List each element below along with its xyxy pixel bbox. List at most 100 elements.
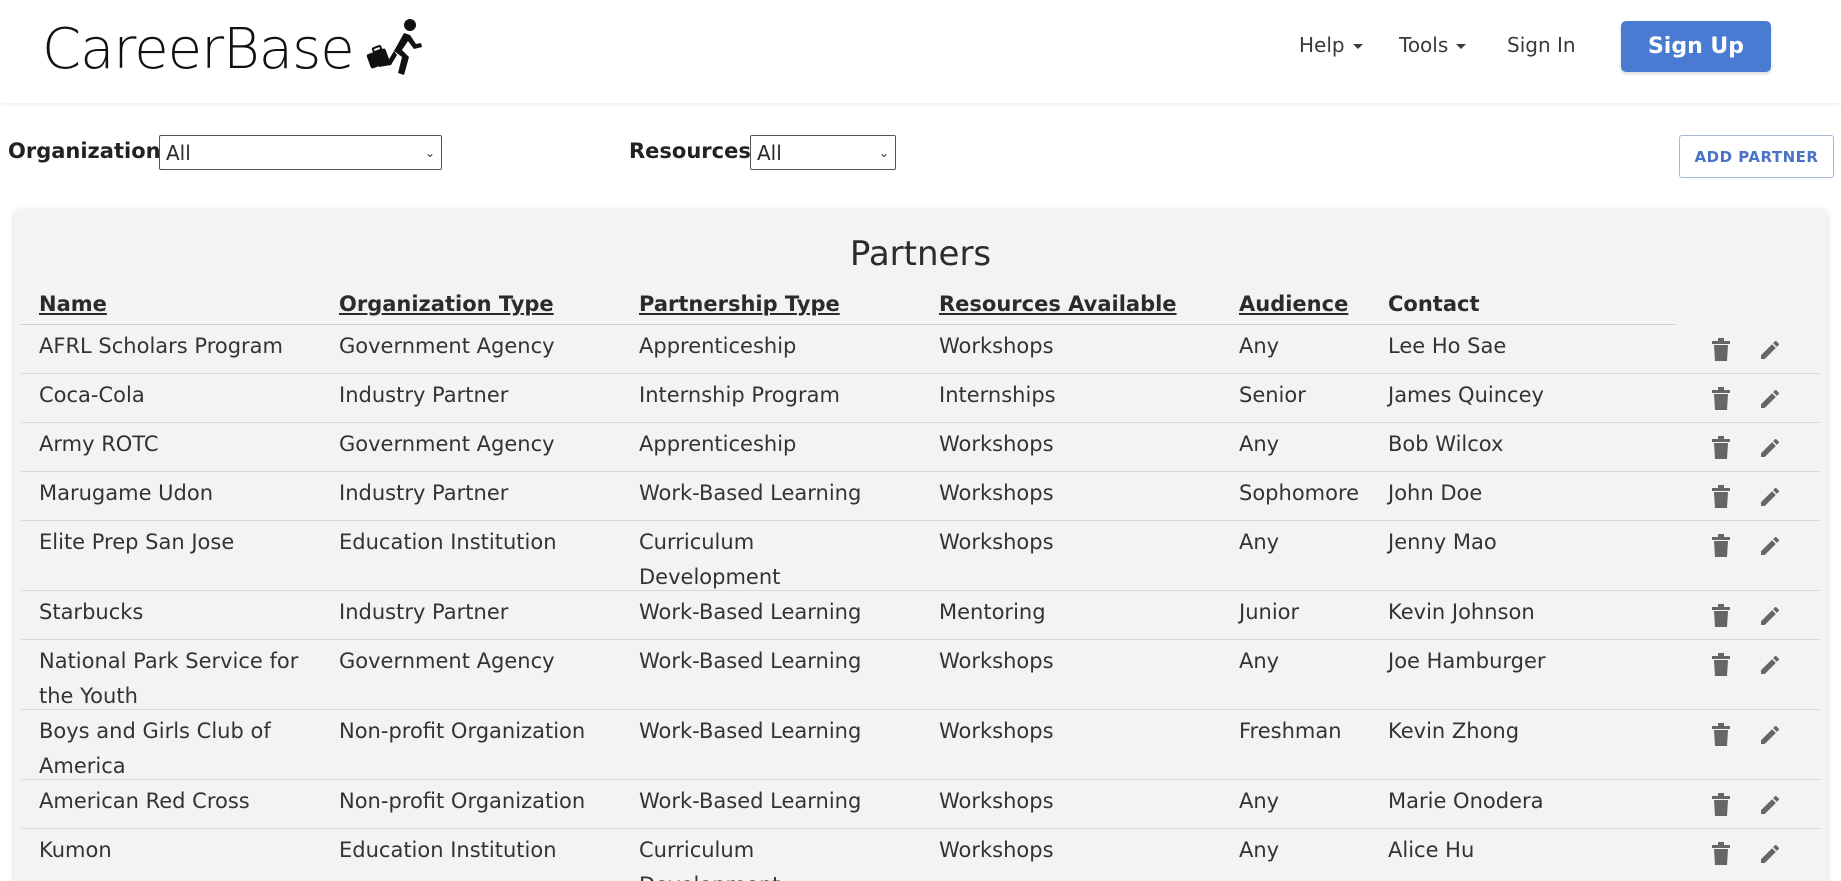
nav-help-dropdown[interactable]: Help bbox=[1299, 33, 1363, 57]
column-header-organization-type[interactable]: Organization Type bbox=[339, 292, 554, 316]
nav-tools-dropdown[interactable]: Tools bbox=[1399, 33, 1467, 57]
trash-icon[interactable] bbox=[1708, 722, 1734, 748]
trash-icon[interactable] bbox=[1708, 337, 1734, 363]
top-navbar: CareerBase Help Tools Sign In Sign Up bbox=[0, 0, 1841, 103]
column-header-contact: Contact bbox=[1388, 292, 1480, 316]
table-cell: Joe Hamburger bbox=[1388, 649, 1546, 673]
pencil-icon[interactable] bbox=[1757, 652, 1783, 678]
table-cell: Internships bbox=[939, 383, 1056, 407]
table-cell: John Doe bbox=[1388, 481, 1483, 505]
table-cell: Any bbox=[1239, 530, 1280, 554]
table-cell: Boys and Girls Club of America bbox=[39, 719, 271, 778]
column-header-resources-available[interactable]: Resources Available bbox=[939, 292, 1177, 316]
table-cell: Apprenticeship bbox=[639, 432, 797, 456]
signup-button[interactable]: Sign Up bbox=[1621, 21, 1771, 72]
pencil-icon[interactable] bbox=[1757, 841, 1783, 867]
table-cell: Senior bbox=[1239, 383, 1306, 407]
nav-signin-link[interactable]: Sign In bbox=[1507, 33, 1576, 57]
trash-icon[interactable] bbox=[1708, 533, 1734, 559]
organization-select[interactable]: All ⌄ bbox=[159, 135, 442, 170]
table-cell: Any bbox=[1239, 789, 1280, 813]
trash-icon[interactable] bbox=[1708, 386, 1734, 412]
pencil-icon[interactable] bbox=[1757, 337, 1783, 363]
table-cell: Junior bbox=[1239, 600, 1300, 624]
partners-title: Partners bbox=[849, 234, 992, 274]
table-cell: Any bbox=[1239, 838, 1280, 862]
chevron-down-icon: ⌄ bbox=[878, 145, 889, 160]
table-cell: Non-profit Organization bbox=[339, 719, 586, 743]
table-cell: Workshops bbox=[939, 649, 1054, 673]
pencil-icon[interactable] bbox=[1757, 533, 1783, 559]
table-row: Marugame Udon Industry Partner Work-Based … bbox=[21, 472, 1820, 521]
resources-select[interactable]: All ⌄ bbox=[750, 135, 896, 170]
table-cell: James Quincey bbox=[1388, 383, 1544, 407]
table-cell: Workshops bbox=[939, 432, 1054, 456]
table-cell: Education Institution bbox=[339, 838, 557, 862]
pencil-icon[interactable] bbox=[1757, 435, 1783, 461]
pencil-icon[interactable] bbox=[1757, 603, 1783, 629]
table-cell: Industry Partner bbox=[339, 481, 509, 505]
pencil-icon[interactable] bbox=[1757, 484, 1783, 510]
resources-select-value: All bbox=[757, 140, 782, 165]
table-cell: Curriculum Development bbox=[639, 838, 780, 881]
table-cell: National Park Service for the Youth bbox=[39, 649, 299, 708]
brand-logo[interactable]: CareerBase bbox=[42, 16, 430, 84]
caret-down-icon bbox=[1456, 43, 1467, 49]
table-cell: Kevin Zhong bbox=[1388, 719, 1520, 743]
table-cell: Workshops bbox=[939, 334, 1054, 358]
column-header-audience[interactable]: Audience bbox=[1239, 292, 1348, 316]
chevron-down-icon: ⌄ bbox=[424, 145, 435, 160]
table-cell: Army ROTC bbox=[39, 432, 159, 456]
pencil-icon[interactable] bbox=[1757, 386, 1783, 412]
trash-icon[interactable] bbox=[1708, 652, 1734, 678]
table-cell: Workshops bbox=[939, 719, 1054, 743]
table-row: Kumon Education Institution Curriculum Dev… bbox=[21, 829, 1820, 881]
table-cell: Education Institution bbox=[339, 530, 557, 554]
table-cell: Workshops bbox=[939, 530, 1054, 554]
table-cell: Freshman bbox=[1239, 719, 1342, 743]
table-cell: Kevin Johnson bbox=[1388, 600, 1535, 624]
table-cell: Work-Based Learning bbox=[639, 481, 862, 505]
nav-tools-label: Tools bbox=[1399, 33, 1449, 57]
table-cell: Lee Ho Sae bbox=[1388, 334, 1507, 358]
table-row: Coca-Cola Industry Partner Internship Prog… bbox=[21, 374, 1820, 423]
table-row: Starbucks Industry Partner Work-Based Lear… bbox=[21, 591, 1820, 640]
table-row: Elite Prep San Jose Education Institution… bbox=[21, 521, 1820, 591]
table-cell: Kumon bbox=[39, 838, 112, 862]
table-cell: Internship Program bbox=[639, 383, 840, 407]
table-cell: AFRL Scholars Program bbox=[39, 334, 284, 358]
column-header-partnership-type[interactable]: Partnership Type bbox=[639, 292, 840, 316]
organization-filter-label: Organization bbox=[8, 139, 161, 163]
table-cell: Work-Based Learning bbox=[639, 600, 862, 624]
nav-help-label: Help bbox=[1299, 33, 1345, 57]
table-cell: Marugame Udon bbox=[39, 481, 214, 505]
table-row: American Red Cross Non-profit Organizatio… bbox=[21, 780, 1820, 829]
table-cell: Any bbox=[1239, 432, 1280, 456]
table-cell: Mentoring bbox=[939, 600, 1046, 624]
table-cell: Work-Based Learning bbox=[639, 789, 862, 813]
column-header-name[interactable]: Name bbox=[39, 292, 107, 316]
trash-icon[interactable] bbox=[1708, 484, 1734, 510]
table-cell: Jenny Mao bbox=[1388, 530, 1497, 554]
table-cell: Government Agency bbox=[339, 649, 555, 673]
table-row: Army ROTC Government Agency Apprenticeship… bbox=[21, 423, 1820, 472]
table-cell: Industry Partner bbox=[339, 383, 509, 407]
trash-icon[interactable] bbox=[1708, 435, 1734, 461]
table-cell: Any bbox=[1239, 649, 1280, 673]
table-cell: Work-Based Learning bbox=[639, 649, 862, 673]
trash-icon[interactable] bbox=[1708, 603, 1734, 629]
table-cell: Government Agency bbox=[339, 432, 555, 456]
trash-icon[interactable] bbox=[1708, 841, 1734, 867]
table-cell: Industry Partner bbox=[339, 600, 509, 624]
table-cell: Elite Prep San Jose bbox=[39, 530, 235, 554]
brand-name: CareerBase bbox=[42, 17, 355, 82]
table-row: National Park Service for the Youth Gover… bbox=[21, 640, 1820, 710]
add-partner-button[interactable]: ADD PARTNER bbox=[1679, 135, 1834, 178]
trash-icon[interactable] bbox=[1708, 792, 1734, 818]
table-cell: Work-Based Learning bbox=[639, 719, 862, 743]
table-cell: Sophomore bbox=[1239, 481, 1360, 505]
pencil-icon[interactable] bbox=[1757, 792, 1783, 818]
table-cell: Starbucks bbox=[39, 600, 144, 624]
partners-panel: Partners Name Organization Type Partners… bbox=[14, 210, 1827, 881]
pencil-icon[interactable] bbox=[1757, 722, 1783, 748]
